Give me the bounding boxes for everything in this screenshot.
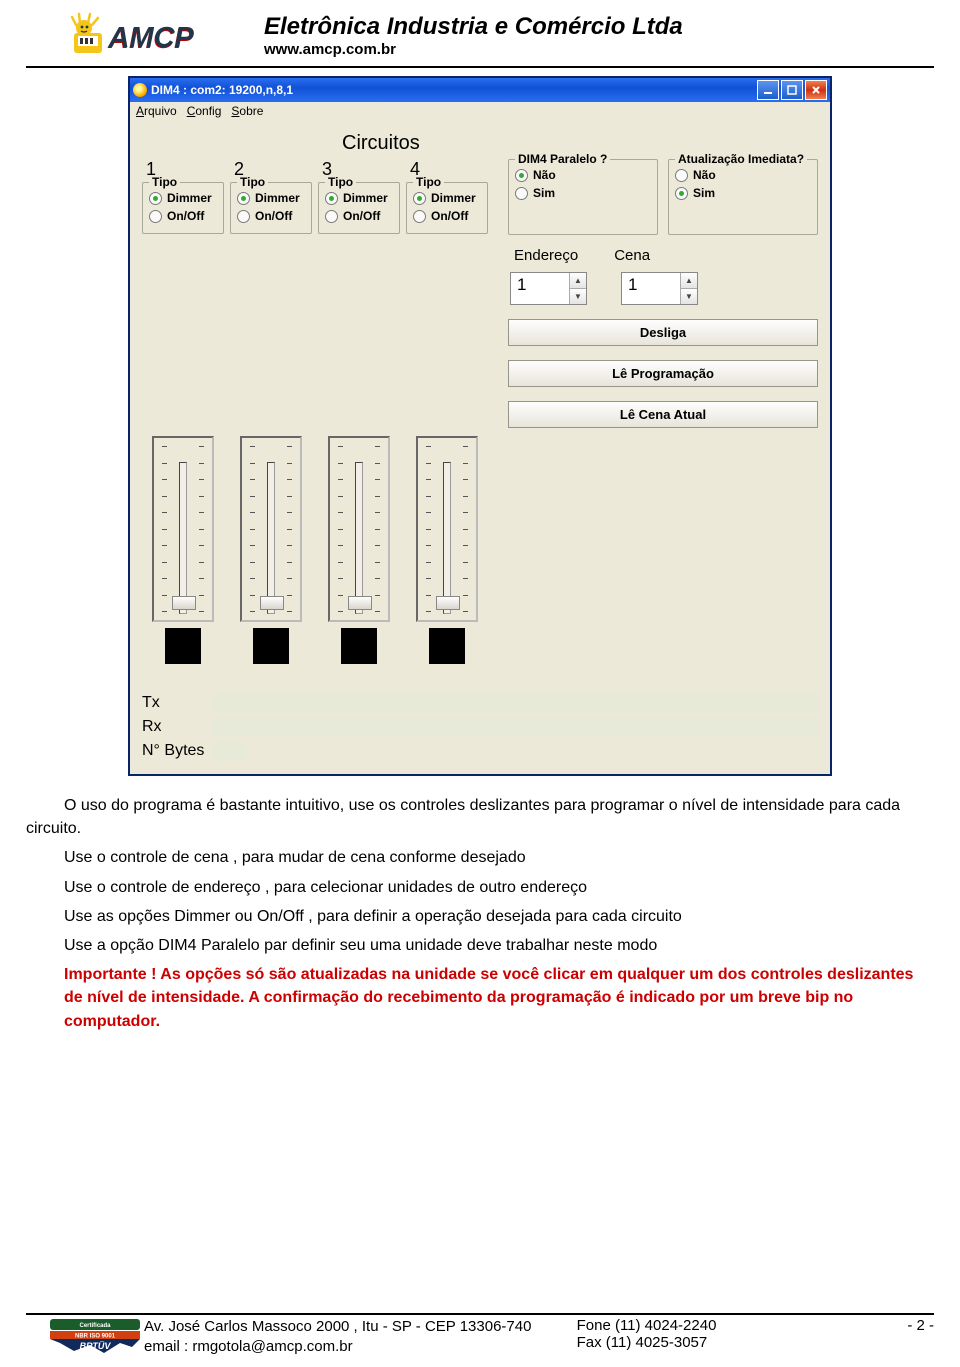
slider-3[interactable] bbox=[328, 436, 390, 622]
para-1: O uso do programa é bastante intuitivo, … bbox=[26, 794, 934, 840]
tipo-group-2: Tipo Dimmer On/Off bbox=[230, 182, 312, 234]
radio-onoff-2[interactable]: On/Off bbox=[237, 209, 307, 223]
radio-atual-sim[interactable]: Sim bbox=[675, 186, 813, 200]
cena-value: 1 bbox=[622, 273, 680, 304]
menu-config[interactable]: Config bbox=[187, 104, 222, 118]
header-divider bbox=[26, 66, 934, 68]
cena-label: Cena bbox=[614, 247, 650, 264]
spinner-up-icon[interactable]: ▲ bbox=[680, 273, 697, 288]
footer-email: email : rmgotola@amcp.com.br bbox=[144, 1337, 577, 1357]
footer-divider bbox=[26, 1313, 934, 1315]
atualizacao-title: Atualização Imediata? bbox=[675, 152, 807, 166]
company-name: Eletrônica Industria e Comércio Ltda bbox=[264, 13, 683, 41]
circuit-3: 3 Tipo Dimmer On/Off bbox=[318, 159, 400, 234]
slider-thumb[interactable] bbox=[172, 596, 196, 610]
cena-spinner[interactable]: 1 ▲▼ bbox=[621, 272, 698, 305]
level-indicator-3 bbox=[341, 628, 377, 664]
le-cena-atual-button[interactable]: Lê Cena Atual bbox=[508, 401, 818, 428]
slider-thumb[interactable] bbox=[260, 596, 284, 610]
spinner-down-icon[interactable]: ▼ bbox=[680, 288, 697, 304]
radio-onoff-3[interactable]: On/Off bbox=[325, 209, 395, 223]
page-number: - 2 - bbox=[874, 1317, 934, 1358]
desliga-button[interactable]: Desliga bbox=[508, 319, 818, 346]
rx-label: Rx bbox=[142, 718, 212, 736]
company-logo: AMCP AMCP bbox=[26, 10, 256, 60]
document-text: O uso do programa é bastante intuitivo, … bbox=[26, 794, 934, 1033]
close-button[interactable] bbox=[805, 80, 827, 100]
tx-field bbox=[212, 694, 818, 712]
radio-onoff-4[interactable]: On/Off bbox=[413, 209, 483, 223]
footer-address: Av. José Carlos Massoco 2000 , Itu - SP … bbox=[144, 1317, 577, 1337]
svg-text:BRTÜV: BRTÜV bbox=[80, 1341, 112, 1351]
paralelo-group: DIM4 Paralelo ? Não Sim bbox=[508, 159, 658, 235]
minimize-button[interactable] bbox=[757, 80, 779, 100]
menubar: Arquivo Config Sobre bbox=[130, 102, 830, 120]
menu-sobre[interactable]: Sobre bbox=[231, 104, 263, 118]
slider-thumb[interactable] bbox=[348, 596, 372, 610]
paralelo-title: DIM4 Paralelo ? bbox=[515, 152, 610, 166]
page-header: AMCP AMCP Eletrônica Industria e Comérci… bbox=[26, 10, 934, 64]
app-icon bbox=[133, 83, 147, 97]
radio-dimmer-1[interactable]: Dimmer bbox=[149, 191, 219, 205]
le-programacao-button[interactable]: Lê Programação bbox=[508, 360, 818, 387]
circuit-1: 1 Tipo Dimmer On/Off bbox=[142, 159, 224, 234]
radio-paralelo-nao[interactable]: Não bbox=[515, 168, 653, 182]
radio-dimmer-4[interactable]: Dimmer bbox=[413, 191, 483, 205]
nbytes-field bbox=[212, 742, 246, 760]
para-4: Use as opções Dimmer ou On/Off , para de… bbox=[26, 905, 934, 928]
radio-dimmer-3[interactable]: Dimmer bbox=[325, 191, 395, 205]
app-screenshot: DIM4 : com2: 19200,n,8,1 Arquivo Config … bbox=[26, 76, 934, 776]
tipo-group-1: Tipo Dimmer On/Off bbox=[142, 182, 224, 234]
atualizacao-group: Atualização Imediata? Não Sim bbox=[668, 159, 818, 235]
endereco-spinner[interactable]: 1 ▲▼ bbox=[510, 272, 587, 305]
app-window: DIM4 : com2: 19200,n,8,1 Arquivo Config … bbox=[128, 76, 832, 776]
svg-text:NBR ISO 9001: NBR ISO 9001 bbox=[75, 1333, 116, 1339]
rx-field bbox=[212, 718, 818, 736]
circuit-2: 2 Tipo Dimmer On/Off bbox=[230, 159, 312, 234]
svg-text:Certificada: Certificada bbox=[79, 1323, 111, 1329]
para-important: Importante ! As opções só são atualizada… bbox=[26, 963, 934, 1033]
nbytes-label: N° Bytes bbox=[142, 742, 212, 760]
tipo-group-3: Tipo Dimmer On/Off bbox=[318, 182, 400, 234]
endereco-value: 1 bbox=[511, 273, 569, 304]
page-footer: Certificada NBR ISO 9001 BRTÜV Av. José … bbox=[26, 1313, 934, 1358]
amcp-logo-icon: AMCP AMCP bbox=[70, 11, 256, 59]
window-title: DIM4 : com2: 19200,n,8,1 bbox=[151, 83, 293, 97]
para-2: Use o controle de cena , para mudar de c… bbox=[26, 846, 934, 869]
maximize-button[interactable] bbox=[781, 80, 803, 100]
circuit-4: 4 Tipo Dimmer On/Off bbox=[406, 159, 488, 234]
level-indicator-1 bbox=[165, 628, 201, 664]
footer-phone: Fone (11) 4024-2240 bbox=[577, 1317, 874, 1334]
titlebar[interactable]: DIM4 : com2: 19200,n,8,1 bbox=[130, 78, 830, 102]
cert-logo: Certificada NBR ISO 9001 BRTÜV bbox=[46, 1317, 144, 1358]
radio-dimmer-2[interactable]: Dimmer bbox=[237, 191, 307, 205]
slider-1[interactable] bbox=[152, 436, 214, 622]
radio-atual-nao[interactable]: Não bbox=[675, 168, 813, 182]
slider-4[interactable] bbox=[416, 436, 478, 622]
tipo-label: Tipo bbox=[149, 175, 180, 189]
tipo-group-4: Tipo Dimmer On/Off bbox=[406, 182, 488, 234]
spinner-down-icon[interactable]: ▼ bbox=[569, 288, 586, 304]
company-website: www.amcp.com.br bbox=[264, 41, 683, 58]
level-indicator-4 bbox=[429, 628, 465, 664]
level-indicator-2 bbox=[253, 628, 289, 664]
spinner-up-icon[interactable]: ▲ bbox=[569, 273, 586, 288]
slider-2[interactable] bbox=[240, 436, 302, 622]
footer-fax: Fax (11) 4025-3057 bbox=[577, 1334, 874, 1351]
slider-thumb[interactable] bbox=[436, 596, 460, 610]
radio-paralelo-sim[interactable]: Sim bbox=[515, 186, 653, 200]
svg-text:AMCP: AMCP bbox=[108, 22, 195, 54]
para-5: Use a opção DIM4 Paralelo par definir se… bbox=[26, 934, 934, 957]
tx-label: Tx bbox=[142, 694, 212, 712]
para-3: Use o controle de endereço , para celeci… bbox=[26, 876, 934, 899]
radio-onoff-1[interactable]: On/Off bbox=[149, 209, 219, 223]
endereco-label: Endereço bbox=[514, 247, 578, 264]
menu-arquivo[interactable]: Arquivo bbox=[136, 104, 177, 118]
